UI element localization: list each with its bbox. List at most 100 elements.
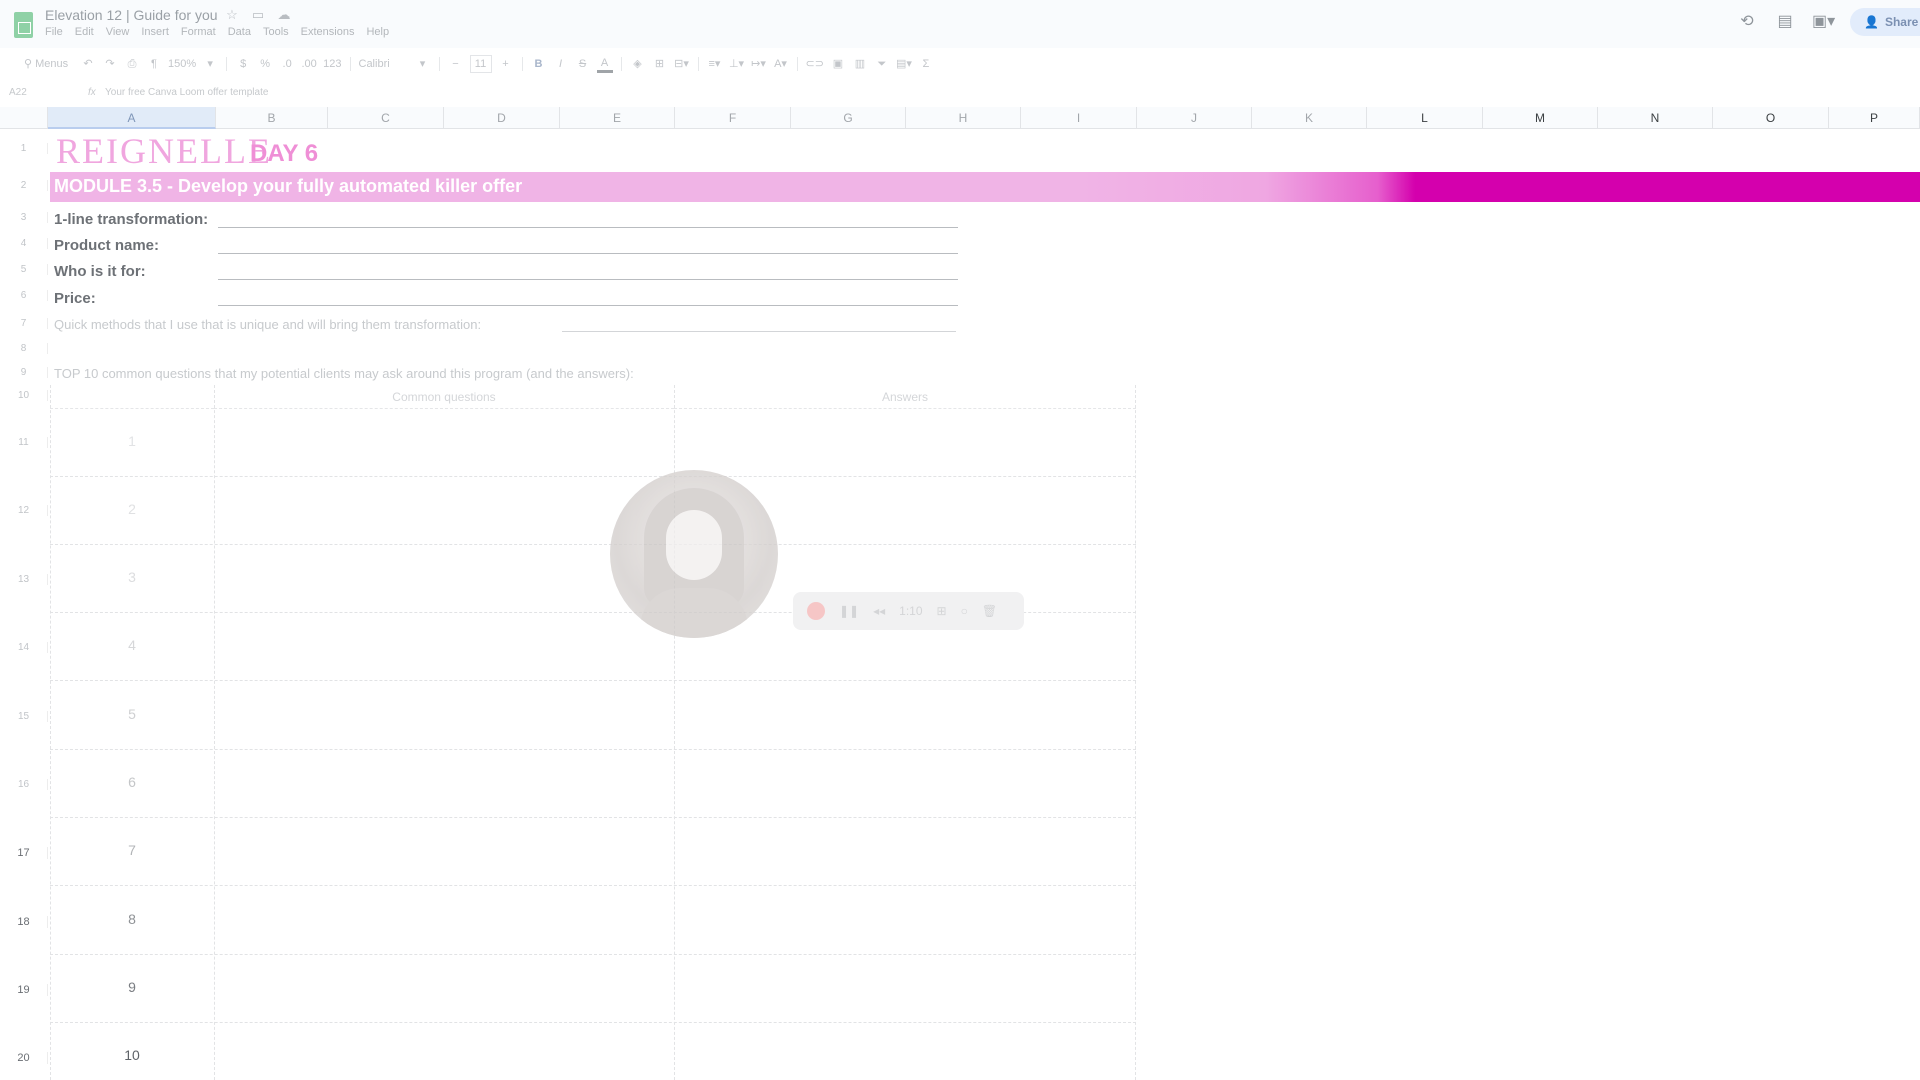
comments-icon[interactable]: ▤: [1774, 11, 1796, 33]
menu-view[interactable]: View: [106, 26, 130, 38]
table-row[interactable]: 1: [50, 409, 1136, 477]
row-header-8[interactable]: 8: [0, 343, 48, 354]
print-icon[interactable]: ⎙: [124, 53, 140, 75]
column-header-n[interactable]: N: [1598, 107, 1713, 129]
column-header-f[interactable]: F: [675, 107, 791, 129]
column-header-h[interactable]: H: [906, 107, 1021, 129]
column-header-l[interactable]: L: [1367, 107, 1483, 129]
font-select[interactable]: Calibri: [359, 53, 409, 75]
name-box[interactable]: A22: [9, 87, 27, 98]
column-header-j[interactable]: J: [1137, 107, 1252, 129]
fill-color-icon[interactable]: ◈: [630, 53, 646, 75]
version-history-icon[interactable]: ⟲: [1736, 11, 1758, 33]
menu-insert[interactable]: Insert: [141, 26, 169, 38]
menu-data[interactable]: Data: [228, 26, 251, 38]
row-header-15[interactable]: 15: [0, 711, 48, 722]
font-chevron-icon[interactable]: ▾: [415, 53, 431, 75]
row-header-13[interactable]: 13: [0, 574, 48, 585]
grid-icon[interactable]: ⊞: [937, 604, 947, 618]
row-header-19[interactable]: 19: [0, 984, 48, 996]
row-header-18[interactable]: 18: [0, 916, 48, 928]
column-header-i[interactable]: I: [1021, 107, 1137, 129]
row-header-16[interactable]: 16: [0, 779, 48, 790]
table-row[interactable]: 2: [50, 477, 1136, 545]
menu-file[interactable]: File: [45, 26, 63, 38]
column-header-o[interactable]: O: [1713, 107, 1829, 129]
formula-input[interactable]: Your free Canva Loom offer template: [105, 87, 268, 98]
row-header-6[interactable]: 6: [0, 290, 48, 301]
methods-input[interactable]: [562, 331, 956, 332]
column-header-b[interactable]: B: [216, 107, 328, 129]
delete-icon[interactable]: 🗑: [982, 604, 997, 618]
row-header-17[interactable]: 17: [0, 847, 48, 859]
restart-icon[interactable]: ◂◂: [873, 604, 885, 618]
currency-format-button[interactable]: $: [235, 53, 251, 75]
insert-chart-icon[interactable]: ▥: [852, 53, 868, 75]
borders-icon[interactable]: ⊞: [652, 53, 668, 75]
star-icon[interactable]: ☆: [224, 7, 240, 23]
functions-icon[interactable]: Σ: [918, 53, 934, 75]
column-header-m[interactable]: M: [1483, 107, 1598, 129]
webcam-bubble[interactable]: [610, 470, 778, 638]
table-row[interactable]: 10: [50, 1023, 1136, 1080]
table-row[interactable]: 5: [50, 682, 1136, 750]
field-transformation-input[interactable]: [218, 227, 958, 228]
meet-icon[interactable]: ▣▾: [1812, 11, 1835, 33]
row-header-11[interactable]: 11: [0, 437, 48, 448]
column-header-p[interactable]: P: [1829, 107, 1920, 129]
insert-comment-icon[interactable]: ▣: [830, 53, 846, 75]
field-who-for-input[interactable]: [218, 279, 958, 280]
field-price-input[interactable]: [218, 305, 958, 306]
row-header-7[interactable]: 7: [0, 318, 48, 329]
paint-format-icon[interactable]: ¶: [146, 53, 162, 75]
share-button[interactable]: 👤 Share: [1850, 8, 1920, 36]
column-header-c[interactable]: C: [328, 107, 444, 129]
field-product-name-input[interactable]: [218, 253, 958, 254]
row-header-20[interactable]: 20: [0, 1052, 48, 1064]
text-color-button[interactable]: A: [596, 55, 613, 73]
bold-button[interactable]: B: [531, 53, 547, 75]
percent-format-button[interactable]: %: [257, 53, 273, 75]
row-header-5[interactable]: 5: [0, 264, 48, 275]
table-row[interactable]: 9: [50, 955, 1136, 1023]
zoom-chevron-icon[interactable]: ▾: [202, 53, 218, 75]
vertical-align-icon[interactable]: ⊥▾: [729, 53, 745, 75]
decrease-decimal-button[interactable]: .0: [279, 53, 295, 75]
table-row[interactable]: 8: [50, 887, 1136, 955]
filter-views-icon[interactable]: ▤▾: [896, 53, 912, 75]
stop-recording-button[interactable]: [807, 602, 825, 620]
row-header-10[interactable]: 10: [0, 390, 48, 401]
undo-icon[interactable]: ↶: [80, 53, 96, 75]
menu-tools[interactable]: Tools: [263, 26, 289, 38]
row-header-14[interactable]: 14: [0, 642, 48, 653]
horizontal-align-icon[interactable]: ≡▾: [707, 53, 723, 75]
document-title[interactable]: Elevation 12 | Guide for you: [45, 7, 218, 23]
column-header-d[interactable]: D: [444, 107, 560, 129]
column-header-e[interactable]: E: [560, 107, 675, 129]
merge-cells-icon[interactable]: ⊟▾: [674, 53, 690, 75]
row-header-3[interactable]: 3: [0, 212, 48, 223]
cloud-status-icon[interactable]: ☁: [276, 7, 292, 23]
increase-decimal-button[interactable]: .00: [301, 53, 317, 75]
row-header-9[interactable]: 9: [0, 367, 48, 378]
font-size-increase-button[interactable]: +: [498, 53, 514, 75]
italic-button[interactable]: I: [553, 53, 569, 75]
menu-edit[interactable]: Edit: [75, 26, 94, 38]
move-folder-icon[interactable]: ▭: [250, 7, 266, 23]
menu-extensions[interactable]: Extensions: [301, 26, 355, 38]
row-header-12[interactable]: 12: [0, 505, 48, 516]
text-rotation-icon[interactable]: A▾: [773, 53, 789, 75]
font-size-decrease-button[interactable]: −: [448, 53, 464, 75]
filter-icon[interactable]: ⏷: [874, 53, 890, 75]
menu-format[interactable]: Format: [181, 26, 216, 38]
zoom-select[interactable]: 150%: [168, 53, 196, 75]
column-header-g[interactable]: G: [791, 107, 906, 129]
pause-icon[interactable]: ❚❚: [839, 604, 859, 618]
redo-icon[interactable]: ↷: [102, 53, 118, 75]
row-header-4[interactable]: 4: [0, 238, 48, 249]
menu-help[interactable]: Help: [366, 26, 389, 38]
number-format-button[interactable]: 123: [323, 53, 341, 75]
row-header-1[interactable]: 1: [0, 143, 48, 154]
sheets-logo-icon[interactable]: [14, 12, 33, 38]
strikethrough-button[interactable]: S: [575, 53, 591, 75]
